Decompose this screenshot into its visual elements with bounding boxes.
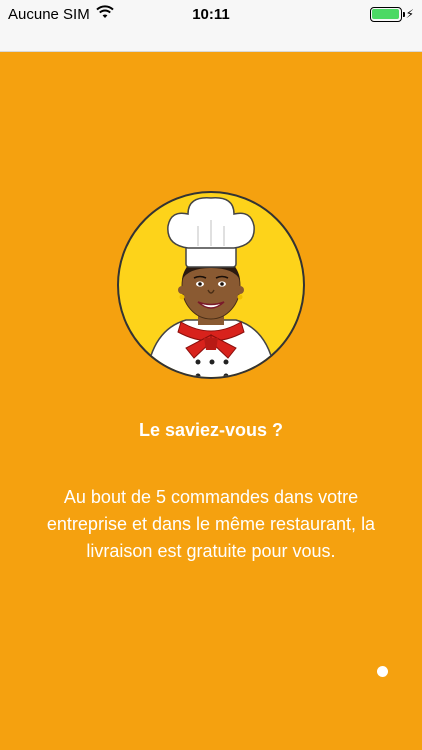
charging-bolt-icon: ⚡ [405, 7, 414, 21]
onboarding-title: Le saviez-vous ? [138, 420, 284, 440]
navigation-bar [0, 28, 422, 52]
chef-avatar-illustration [117, 191, 305, 379]
battery-level [372, 9, 400, 19]
status-bar: Aucune SIM 10:11 ⚡ [0, 0, 422, 28]
onboarding-body: Au bout de 5 commandes dans votre entrep… [46, 487, 376, 561]
battery-icon [369, 6, 405, 22]
clock: 10:11 [192, 5, 230, 23]
page-indicator-dot[interactable] [377, 666, 388, 677]
status-right: ⚡ [369, 0, 414, 28]
